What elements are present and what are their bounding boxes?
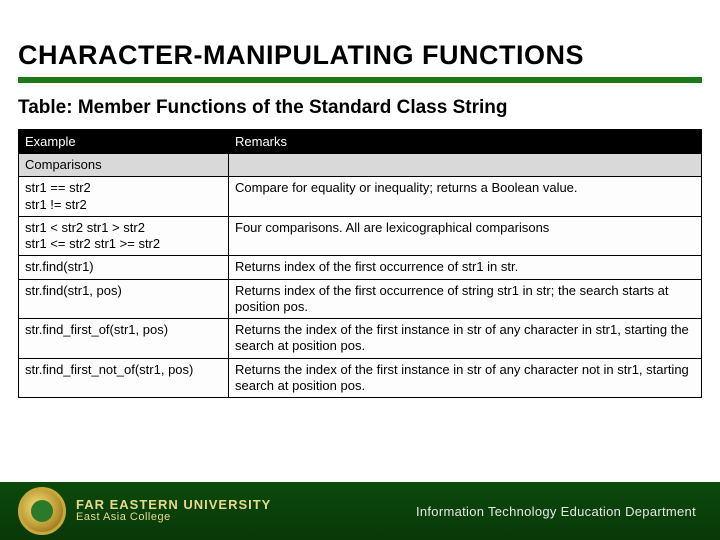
table-row: str.find_first_of(str1, pos) Returns the… (19, 319, 702, 359)
cell-remarks: Compare for equality or inequality; retu… (229, 177, 702, 217)
table-row: str.find(str1, pos) Returns index of the… (19, 279, 702, 319)
college-name: East Asia College (76, 512, 271, 524)
department-name: Information Technology Education Departm… (416, 504, 696, 519)
university-seal-icon (18, 487, 66, 535)
cell-example: str.find(str1, pos) (19, 279, 229, 319)
table-row: str1 < str2 str1 > str2str1 <= str2 str1… (19, 216, 702, 256)
university-name: FAR EASTERN UNIVERSITY (76, 498, 271, 512)
footer-bar: FAR EASTERN UNIVERSITY East Asia College… (0, 482, 720, 540)
cell-example: str.find_first_of(str1, pos) (19, 319, 229, 359)
cell-remarks: Returns the index of the first instance … (229, 319, 702, 359)
section-blank (229, 154, 702, 177)
section-comparisons: Comparisons (19, 154, 229, 177)
cell-remarks: Returns index of the first occurrence of… (229, 279, 702, 319)
table-row: str.find_first_not_of(str1, pos) Returns… (19, 358, 702, 398)
cell-remarks: Returns the index of the first instance … (229, 358, 702, 398)
cell-example: str1 < str2 str1 > str2str1 <= str2 str1… (19, 216, 229, 256)
functions-table: Example Remarks Comparisons str1 == str2… (18, 129, 702, 398)
slide-subtitle: Table: Member Functions of the Standard … (18, 97, 702, 119)
slide-title: CHARACTER-MANIPULATING FUNCTIONS (18, 40, 702, 83)
table-row: str1 == str2str1 != str2 Compare for equ… (19, 177, 702, 217)
th-remarks: Remarks (229, 130, 702, 154)
cell-example: str.find(str1) (19, 256, 229, 279)
th-example: Example (19, 130, 229, 154)
cell-remarks: Returns index of the first occurrence of… (229, 256, 702, 279)
cell-example: str1 == str2str1 != str2 (19, 177, 229, 217)
cell-example: str.find_first_not_of(str1, pos) (19, 358, 229, 398)
university-block: FAR EASTERN UNIVERSITY East Asia College (76, 498, 271, 523)
cell-remarks: Four comparisons. All are lexicographica… (229, 216, 702, 256)
table-row: str.find(str1) Returns index of the firs… (19, 256, 702, 279)
